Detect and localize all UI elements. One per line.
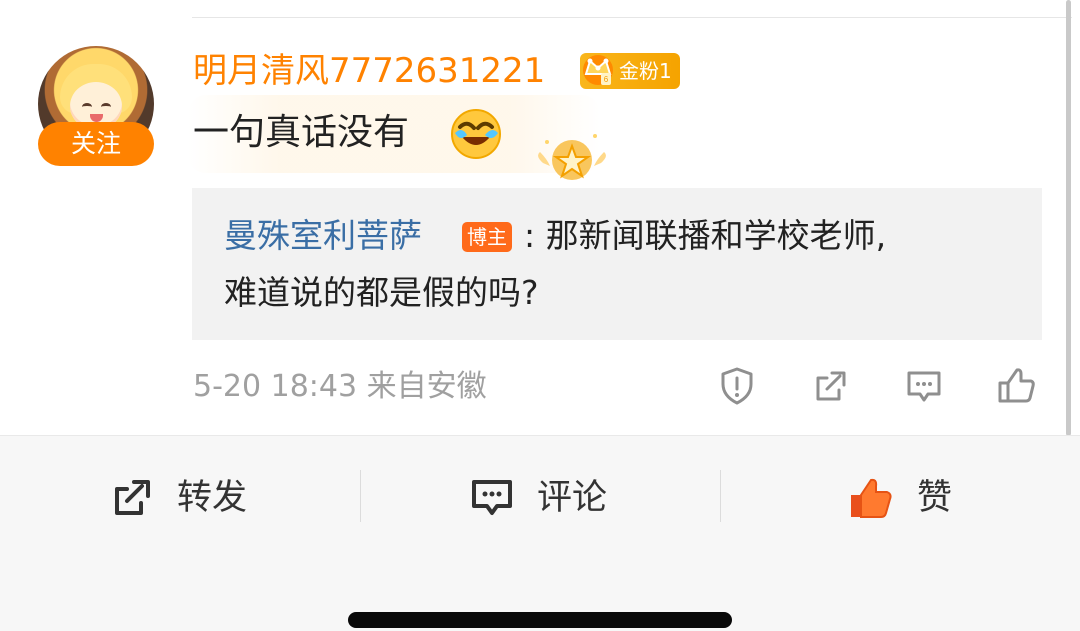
shield-alert-icon[interactable] — [716, 365, 758, 407]
blogger-badge: 博主 — [462, 222, 512, 252]
laugh-cry-icon — [451, 109, 501, 159]
fan-badge-label: 金粉1 — [619, 59, 672, 83]
thumb-up-icon[interactable] — [846, 474, 894, 522]
tab-divider — [720, 470, 721, 522]
avatar-eye-right — [101, 103, 111, 111]
crown-icon: 6 — [583, 55, 613, 85]
avatar-container[interactable]: 关注 — [38, 46, 154, 166]
weibo-comment-detail-page: 关注 明月清风7772631221 6 金粉1 一句真话没有 曼殊室利菩萨 博主… — [0, 0, 1080, 631]
thumb-up-icon[interactable] — [996, 365, 1038, 407]
reply-author-name[interactable]: 曼殊室利菩萨 — [224, 212, 422, 260]
comment-label[interactable]: 评论 — [537, 474, 607, 522]
fan-badge[interactable]: 6 金粉1 — [580, 53, 680, 89]
tab-divider — [360, 470, 361, 522]
comment-icon[interactable] — [468, 474, 516, 522]
comment-icon[interactable] — [903, 365, 945, 407]
comment-timestamp-location: 5-20 18:43 来自安徽 — [193, 369, 487, 404]
comment-text: 一句真话没有 — [193, 112, 410, 153]
like-label[interactable]: 赞 — [917, 474, 952, 522]
share-icon[interactable] — [810, 365, 852, 407]
reply-preview-box[interactable] — [192, 188, 1042, 340]
comment-username[interactable]: 明月清风7772631221 — [193, 47, 545, 95]
svg-text:6: 6 — [604, 75, 609, 84]
avatar-eye-left — [82, 103, 92, 111]
bottom-action-bar — [0, 435, 1080, 631]
reply-text-line-1: : 那新闻联播和学校老师, — [524, 216, 887, 255]
scrollbar[interactable] — [1066, 0, 1071, 436]
star-medal-icon — [538, 134, 606, 180]
home-indicator[interactable] — [348, 612, 732, 628]
repost-icon[interactable] — [108, 474, 156, 522]
reply-text-line-2: 难道说的都是假的吗? — [224, 273, 539, 312]
avatar-mouth — [90, 114, 103, 122]
top-divider — [192, 17, 1072, 18]
repost-label[interactable]: 转发 — [177, 474, 247, 522]
follow-button[interactable]: 关注 — [38, 122, 154, 166]
